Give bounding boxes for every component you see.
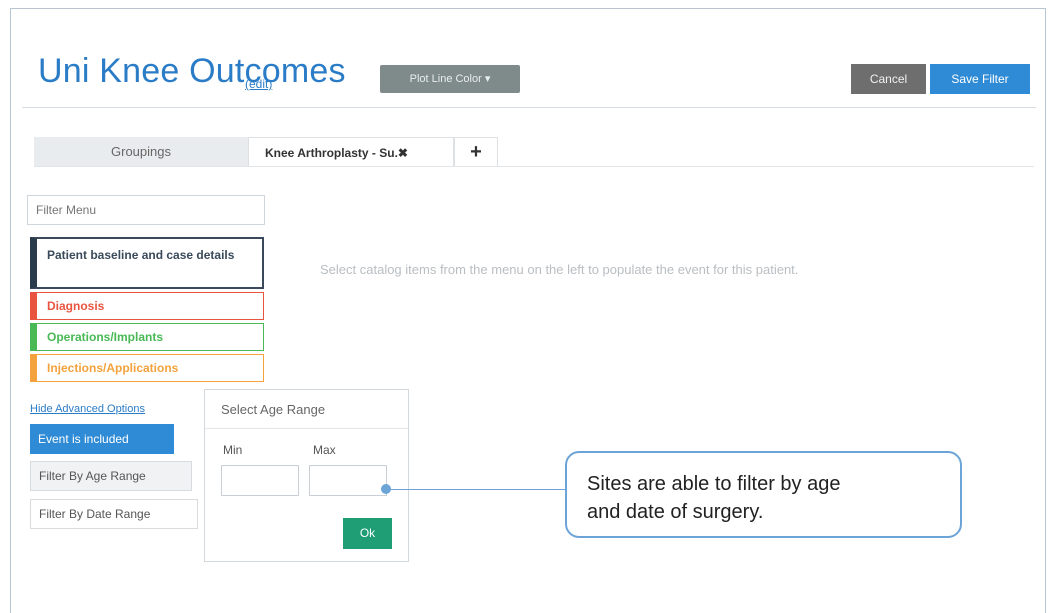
category-patient-baseline[interactable]: Patient baseline and case details — [30, 237, 264, 289]
callout-anchor-dot — [381, 484, 391, 494]
annotation-callout: Sites are able to filter by age and date… — [565, 451, 962, 538]
min-label: Min — [223, 443, 243, 457]
category-diagnosis[interactable]: Diagnosis — [30, 292, 264, 320]
filter-menu-input[interactable] — [27, 195, 265, 225]
callout-line-2: and date of surgery. — [587, 501, 764, 523]
tab-groupings[interactable]: Groupings — [34, 137, 248, 167]
empty-state-hint: Select catalog items from the menu on th… — [320, 262, 799, 277]
callout-line-1: Sites are able to filter by age — [587, 473, 841, 495]
page-title: Uni Knee Outcomes — [38, 52, 346, 90]
plot-line-color-button[interactable]: Plot Line Color ▾ — [380, 65, 520, 93]
category-injections-applications[interactable]: Injections/Applications — [30, 354, 264, 382]
ok-button[interactable]: Ok — [343, 518, 392, 549]
event-included-button[interactable]: Event is included — [30, 424, 174, 454]
filter-age-range-button[interactable]: Filter By Age Range — [30, 461, 192, 491]
max-label: Max — [313, 443, 336, 457]
min-age-input[interactable] — [221, 465, 299, 496]
save-filter-button[interactable]: Save Filter — [930, 64, 1030, 94]
add-tab-button[interactable]: + — [454, 137, 498, 167]
popover-title: Select Age Range — [221, 402, 326, 417]
filter-date-range-button[interactable]: Filter By Date Range — [30, 499, 198, 529]
hide-advanced-options-link[interactable]: Hide Advanced Options — [30, 403, 145, 415]
age-range-popover: Select Age Range Min Max Ok — [204, 389, 409, 562]
tab-divider — [34, 166, 1034, 167]
callout-connector — [386, 489, 566, 490]
header-divider — [22, 107, 1036, 108]
cancel-button[interactable]: Cancel — [851, 64, 926, 94]
max-age-input[interactable] — [309, 465, 387, 496]
tab-knee-arthroplasty[interactable]: Knee Arthroplasty - Su.✖ — [248, 137, 454, 167]
category-operations-implants[interactable]: Operations/Implants — [30, 323, 264, 351]
edit-title-link[interactable]: (edit) — [245, 77, 272, 91]
popover-divider — [205, 428, 408, 429]
